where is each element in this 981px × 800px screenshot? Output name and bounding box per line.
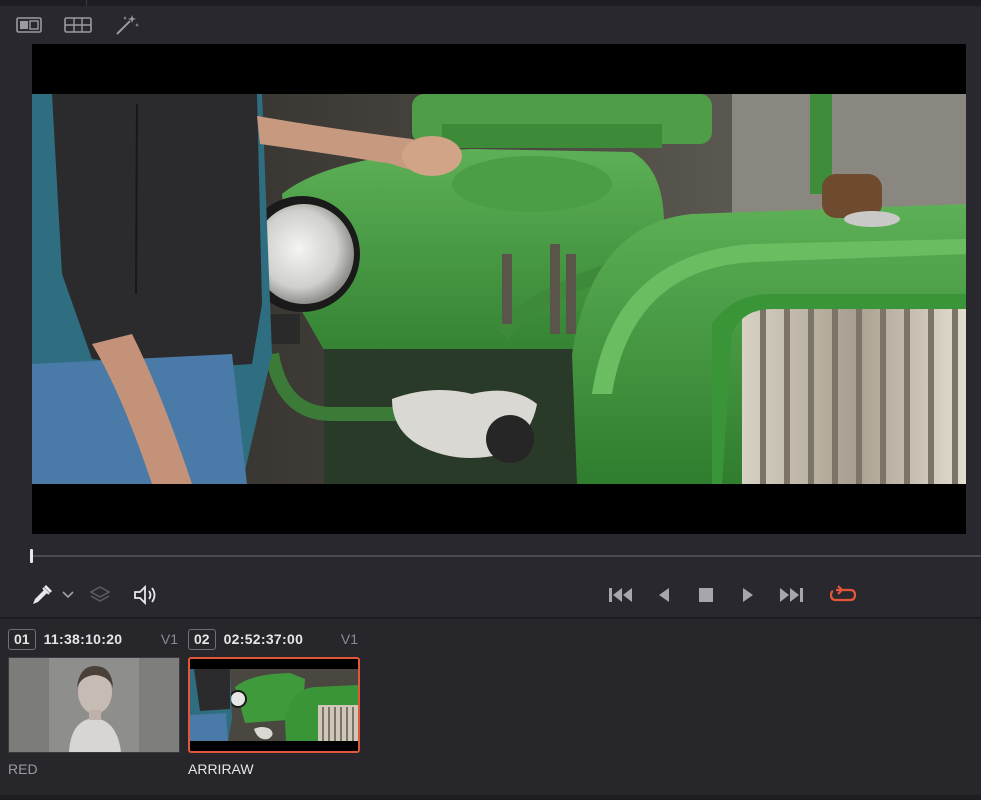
clip-number: 02 xyxy=(188,628,216,650)
clip-track: V1 xyxy=(340,631,358,647)
speaker-icon[interactable] xyxy=(130,582,160,608)
skip-to-start-icon[interactable] xyxy=(606,582,636,608)
bottom-border xyxy=(0,795,981,800)
stop-icon[interactable] xyxy=(694,582,718,608)
magic-wand-icon[interactable] xyxy=(113,14,141,36)
clip-timecode: 02:52:37:00 xyxy=(223,631,304,647)
skip-to-end-icon[interactable] xyxy=(776,582,806,608)
split-wipe-icon[interactable] xyxy=(15,14,43,36)
video-viewer[interactable] xyxy=(32,44,966,534)
clip-01[interactable]: 01 11:38:10:20 V1 RED xyxy=(8,627,180,777)
clip-header: 02 02:52:37:00 V1 xyxy=(188,627,360,651)
clip-number: 01 xyxy=(8,628,36,650)
clip-thumbnails: 01 11:38:10:20 V1 RED 02 02:52:37:00 V1 xyxy=(0,619,981,800)
playhead-handle[interactable] xyxy=(30,549,33,563)
playhead-scrubber[interactable] xyxy=(30,540,981,570)
gallery-grid-icon[interactable] xyxy=(64,14,92,36)
clip-track: V1 xyxy=(160,631,178,647)
clip-header: 01 11:38:10:20 V1 xyxy=(8,627,180,651)
clip-02[interactable]: 02 02:52:37:00 V1 ARRIRAW xyxy=(188,627,360,777)
loop-icon[interactable] xyxy=(826,582,860,608)
play-reverse-icon[interactable] xyxy=(652,582,676,608)
clip-name: ARRIRAW xyxy=(188,761,254,777)
viewer-toolbar xyxy=(0,6,981,42)
scrubber-track[interactable] xyxy=(32,555,981,557)
eyedropper-icon[interactable] xyxy=(28,582,56,608)
clip-timecode: 11:38:10:20 xyxy=(43,631,123,647)
clip-thumbnail-selected[interactable] xyxy=(188,657,360,753)
dropdown-arrow-icon[interactable] xyxy=(58,582,78,608)
play-forward-icon[interactable] xyxy=(736,582,760,608)
layers-icon[interactable] xyxy=(86,582,114,608)
green-tractor-frame xyxy=(32,94,966,484)
clip-name: RED xyxy=(8,761,38,777)
clip-thumbnail[interactable] xyxy=(8,657,180,753)
playback-controls xyxy=(0,578,981,614)
